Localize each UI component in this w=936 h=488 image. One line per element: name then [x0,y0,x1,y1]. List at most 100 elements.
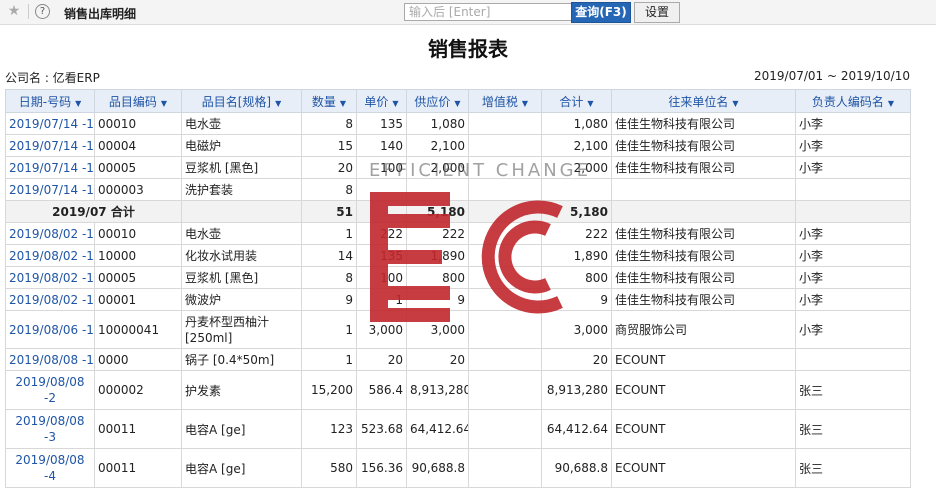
sort-arrow-icon[interactable]: ▼ [275,99,281,108]
table-cell: 156.36 [356,448,407,488]
table-cell: 微波炉 [181,288,302,311]
column-header[interactable]: 供应价 ▼ [406,89,469,113]
table-cell[interactable]: 2019/08/02 -1 [5,244,95,267]
help-icon[interactable]: ? [35,4,50,19]
table-cell[interactable]: 2019/07/14 -1 [5,134,95,157]
column-header[interactable]: 单价 ▼ [356,89,407,113]
table-cell[interactable]: 2019/08/02 -1 [5,222,95,245]
table-cell: 锅子 [0.4*50m] [181,348,302,371]
table-cell: 10000041 [94,310,182,349]
table-cell: 00004 [94,134,182,157]
table-cell: 100 [356,266,407,289]
sort-arrow-icon[interactable]: ▼ [340,99,346,108]
table-cell: 商贸服饰公司 [611,310,796,349]
table-cell[interactable]: 2019/08/02 -1 [5,288,95,311]
column-header-label: 往来单位名 [668,94,729,109]
table-cell[interactable]: 2019/08/02 -1 [5,266,95,289]
table-cell: 小李 [795,134,911,157]
table-cell: 小李 [795,222,911,245]
table-cell [468,244,542,267]
column-header[interactable]: 日期-号码 ▼ [5,89,95,113]
column-header-label: 负责人编码名 [811,94,884,109]
divider [28,4,29,19]
table-cell: 2,000 [541,156,612,179]
table-cell [795,200,911,223]
table-cell: 小李 [795,266,911,289]
sort-arrow-icon[interactable]: ▼ [161,99,167,108]
table-row: 2019/08/06 -1 10000041 丹麦杯型西柚汁 [250ml] 1 3,0… [5,310,911,349]
column-header[interactable]: 负责人编码名 ▼ [795,89,911,113]
column-header[interactable]: 往来单位名 ▼ [611,89,796,113]
table-cell [468,409,542,449]
sort-arrow-icon[interactable]: ▼ [522,99,528,108]
table-cell[interactable]: 2019/07/14 -1 [5,178,95,201]
table-cell[interactable]: 2019/07/14 -1 [5,156,95,179]
table-row: 2019/08/02 -1 00001 微波炉 9 1 9 9 佳佳生物科技有限公司 小李 [5,288,911,311]
table-cell: 佳佳生物科技有限公司 [611,156,796,179]
table-cell: 523.68 [356,409,407,449]
column-header-label: 数量 [311,94,336,109]
table-cell [406,178,469,201]
table-cell: 800 [406,266,469,289]
table-cell: 586.4 [356,370,407,410]
table-cell[interactable]: 2019/08/08 -3 [5,409,95,449]
table-row: 2019/08/08 -1 0000 锅子 [0.4*50m] 1 20 20 20 ECOU… [5,348,911,371]
table-cell[interactable]: 2019/07/14 -1 [5,112,95,135]
table-cell [468,134,542,157]
table-cell: 3,000 [406,310,469,349]
sort-arrow-icon[interactable]: ▼ [454,99,460,108]
table-cell: 1 [301,310,357,349]
column-header[interactable]: 品目编码 ▼ [94,89,182,113]
table-row: 2019/07/14 -1 000003 洗护套装 8 [5,178,911,201]
report-title: 销售报表 [428,37,508,61]
sort-arrow-icon[interactable]: ▼ [75,99,81,108]
sort-arrow-icon[interactable]: ▼ [732,99,738,108]
table-cell: 000002 [94,370,182,410]
table-row: 2019/08/02 -1 00005 豆浆机 [黑色] 8 100 800 800 佳佳生物… [5,266,911,289]
table-cell: 00011 [94,448,182,488]
table-cell [468,112,542,135]
column-header-label: 供应价 [414,94,451,109]
column-header[interactable]: 数量 ▼ [301,89,357,113]
table-cell[interactable]: 2019/08/08 -4 [5,448,95,488]
table-cell: 5,180 [406,200,469,223]
table-cell [468,348,542,371]
table-cell: 小李 [795,288,911,311]
table-cell: 9 [406,288,469,311]
table-cell: 小李 [795,310,911,349]
table-cell: 222 [406,222,469,245]
table-cell: 3,000 [356,310,407,349]
star-icon[interactable]: ★ [6,3,22,19]
search-input[interactable] [404,3,574,21]
query-button[interactable]: 查询(F3) [571,2,631,23]
table-cell [356,178,407,201]
table-cell [181,200,302,223]
table-cell[interactable]: 2019/08/08 -2 [5,370,95,410]
table-cell[interactable]: 2019/08/06 -1 [5,310,95,349]
table-cell: 张三 [795,409,911,449]
table-cell: ECOUNT [611,448,796,488]
table-row: 2019/08/02 -1 00010 电水壶 1 222 222 222 佳佳生物科技有限公… [5,222,911,245]
table-cell: 豆浆机 [黑色] [181,266,302,289]
table-cell: 123 [301,409,357,449]
table-cell: 2019/07 合计 [5,200,182,223]
table-cell: 20 [301,156,357,179]
settings-button[interactable]: 设置 [634,2,680,23]
table-cell: 222 [356,222,407,245]
column-header-label: 增值税 [481,94,518,109]
sort-arrow-icon[interactable]: ▼ [888,99,894,108]
sort-arrow-icon[interactable]: ▼ [587,99,593,108]
column-header[interactable]: 增值税 ▼ [468,89,542,113]
table-cell [795,348,911,371]
sort-arrow-icon[interactable]: ▼ [392,99,398,108]
column-header[interactable]: 合计 ▼ [541,89,612,113]
table-row: 2019/07/14 -1 00005 豆浆机 [黑色] 20 100 2,000 2,00… [5,156,911,179]
column-header-label: 单价 [364,94,389,109]
column-header[interactable]: 品目名[规格] ▼ [181,89,302,113]
table-cell: 佳佳生物科技有限公司 [611,288,796,311]
table-cell: 张三 [795,448,911,488]
table-cell: 1,080 [406,112,469,135]
table-cell: 小李 [795,112,911,135]
table-cell: 64,412.64 [406,409,469,449]
table-cell[interactable]: 2019/08/08 -1 [5,348,95,371]
